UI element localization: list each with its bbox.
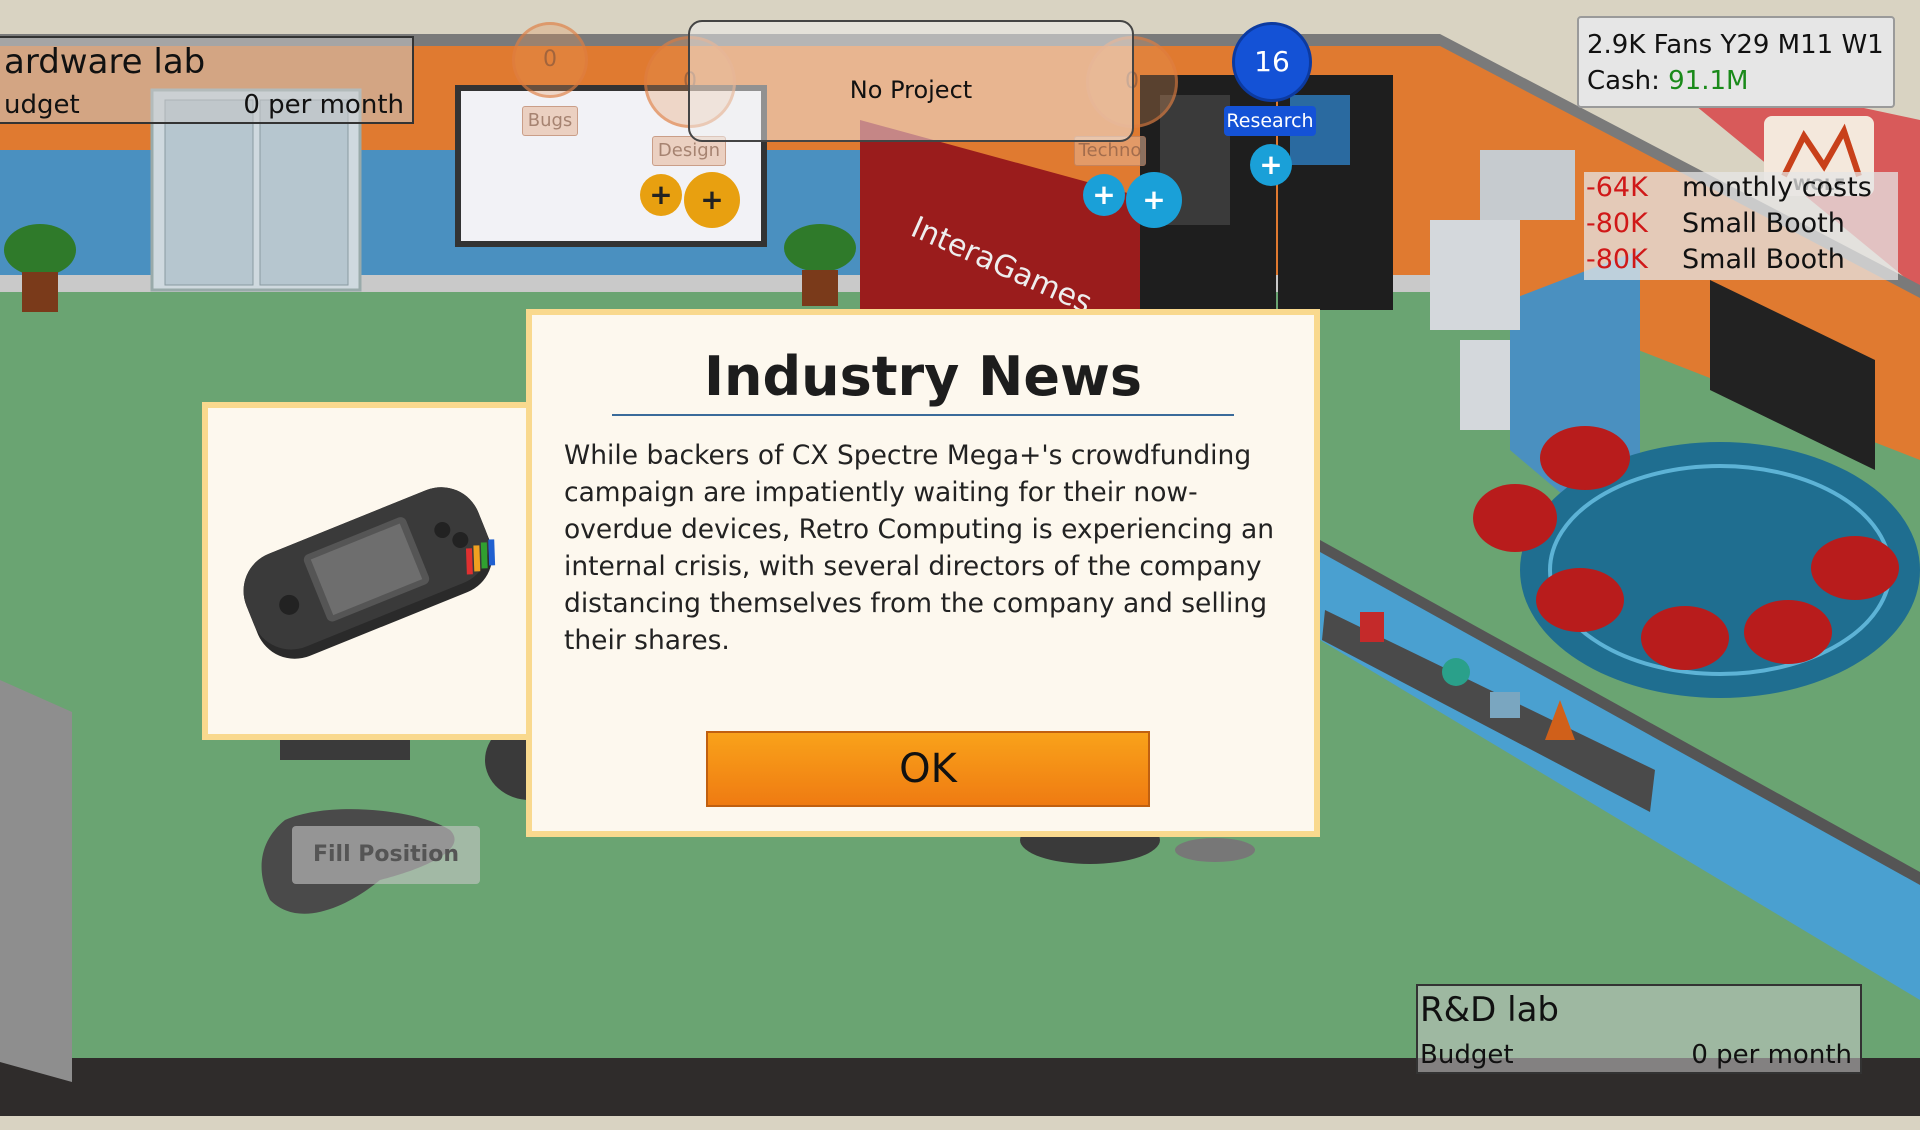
cost-row: -80K Small Booth — [1584, 208, 1898, 244]
bugs-count: 0 — [543, 47, 557, 72]
add-bugs-button[interactable]: + — [640, 174, 682, 216]
add-design-button[interactable]: + — [684, 172, 740, 228]
add-tech-large-button[interactable]: + — [1126, 172, 1182, 228]
ok-button[interactable]: OK — [706, 731, 1150, 807]
project-label: No Project — [849, 76, 973, 104]
project-status[interactable]: No Project — [688, 20, 1134, 142]
cost-row: -80K Small Booth — [1584, 244, 1898, 280]
bugs-counter: 0 — [512, 22, 588, 98]
cost-label: monthly costs — [1682, 172, 1872, 203]
research-count: 16 — [1254, 45, 1290, 78]
research-points-counter[interactable]: 16 — [1232, 22, 1312, 102]
industry-news-dialog: Industry News While backers of CX Spectr… — [526, 309, 1320, 837]
add-tech-button[interactable]: + — [1083, 174, 1125, 216]
cost-amount: -64K — [1586, 172, 1648, 203]
budget-value: 0 per month — [243, 90, 404, 120]
dialog-message: While backers of CX Spectre Mega+'s crow… — [564, 440, 1275, 656]
cash-label: Cash: — [1587, 66, 1669, 96]
budget-label: Budget — [1420, 1040, 1514, 1070]
fill-position-button[interactable]: Fill Position — [292, 826, 480, 884]
budget-value: 0 per month — [1691, 1040, 1852, 1070]
add-research-button[interactable]: + — [1250, 144, 1292, 186]
bugs-tag: Bugs — [522, 106, 578, 136]
status-panel: 2.9K Fans Y29 M11 W1 Cash: 91.1M — [1577, 16, 1895, 108]
cash-readout: Cash: 91.1M — [1587, 66, 1748, 96]
lab-title: R&D lab — [1420, 990, 1559, 1030]
dialog-title: Industry News — [703, 345, 1143, 408]
news-image-panel — [202, 402, 536, 740]
cost-row: -64K monthly costs — [1584, 172, 1898, 208]
hardware-lab-panel[interactable]: ardware lab udget 0 per month — [0, 36, 414, 124]
cash-value: 91.1M — [1668, 66, 1749, 96]
handheld-console-icon — [243, 487, 496, 659]
budget-label: udget — [4, 90, 80, 120]
research-label: Research — [1224, 106, 1316, 136]
lab-title: ardware lab — [4, 42, 206, 82]
cost-label: Small Booth — [1682, 208, 1845, 239]
rd-lab-panel[interactable]: R&D lab Budget 0 per month — [1416, 984, 1862, 1074]
costs-list: -64K monthly costs -80K Small Booth -80K… — [1584, 172, 1898, 280]
cost-label: Small Booth — [1682, 244, 1845, 275]
cost-amount: -80K — [1586, 244, 1648, 275]
title-divider — [612, 414, 1234, 416]
cost-amount: -80K — [1586, 208, 1648, 239]
fans-date-readout: 2.9K Fans Y29 M11 W1 — [1587, 30, 1884, 60]
